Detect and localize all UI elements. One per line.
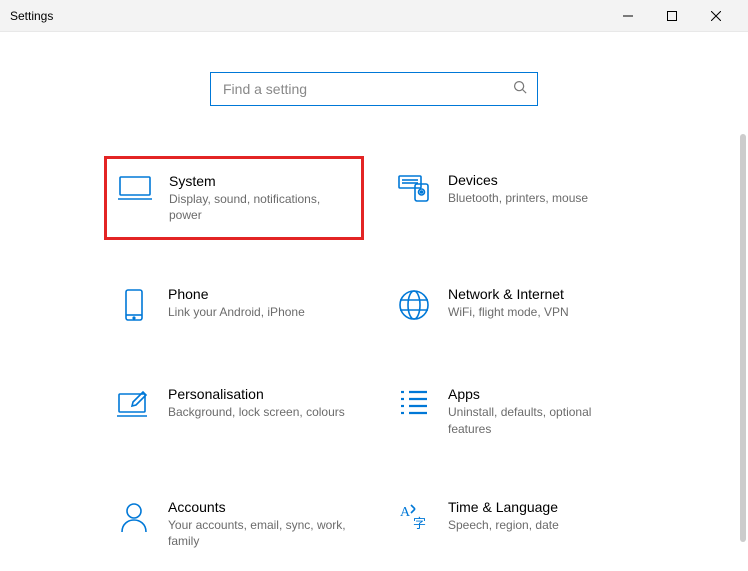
tile-network[interactable]: Network & Internet WiFi, flight mode, VP…	[384, 270, 644, 340]
window-title: Settings	[10, 9, 53, 23]
tile-title: Network & Internet	[448, 286, 630, 302]
tile-title: Accounts	[168, 499, 350, 515]
tile-desc: Link your Android, iPhone	[168, 304, 350, 320]
content-area: System Display, sound, notifications, po…	[0, 32, 748, 565]
scrollbar[interactable]	[740, 134, 746, 542]
minimize-icon	[623, 11, 633, 21]
tile-desc: Background, lock screen, colours	[168, 404, 350, 420]
close-button[interactable]	[694, 0, 738, 32]
titlebar: Settings	[0, 0, 748, 32]
tile-title: Phone	[168, 286, 350, 302]
tile-desc: Display, sound, notifications, power	[169, 191, 349, 223]
svg-text:A: A	[400, 505, 411, 520]
svg-text:字: 字	[413, 516, 426, 531]
personalisation-icon	[116, 388, 152, 424]
tile-desc: Bluetooth, printers, mouse	[448, 190, 630, 206]
tile-phone[interactable]: Phone Link your Android, iPhone	[104, 270, 364, 340]
tile-title: System	[169, 173, 349, 189]
tile-desc: Your accounts, email, sync, work, family	[168, 517, 350, 549]
close-icon	[711, 11, 721, 21]
system-icon	[117, 175, 153, 211]
tile-desc: Speech, region, date	[448, 517, 630, 533]
tile-title: Personalisation	[168, 386, 350, 402]
phone-icon	[116, 288, 152, 324]
maximize-button[interactable]	[650, 0, 694, 32]
tile-title: Devices	[448, 172, 630, 188]
minimize-button[interactable]	[606, 0, 650, 32]
devices-icon	[396, 174, 432, 210]
tile-time-language[interactable]: A字 Time & Language Speech, region, date	[384, 483, 644, 565]
tile-desc: Uninstall, defaults, optional features	[448, 404, 630, 436]
settings-grid: System Display, sound, notifications, po…	[104, 156, 644, 565]
accounts-icon	[116, 501, 152, 537]
tile-title: Apps	[448, 386, 630, 402]
search-input[interactable]	[221, 80, 513, 98]
search-icon	[513, 80, 527, 99]
tile-system[interactable]: System Display, sound, notifications, po…	[104, 156, 364, 240]
tile-desc: WiFi, flight mode, VPN	[448, 304, 630, 320]
apps-icon	[396, 388, 432, 424]
tile-apps[interactable]: Apps Uninstall, defaults, optional featu…	[384, 370, 644, 452]
tile-title: Time & Language	[448, 499, 630, 515]
search-box[interactable]	[210, 72, 538, 106]
time-language-icon: A字	[396, 501, 432, 537]
maximize-icon	[667, 11, 677, 21]
tile-accounts[interactable]: Accounts Your accounts, email, sync, wor…	[104, 483, 364, 565]
network-icon	[396, 288, 432, 324]
tile-devices[interactable]: Devices Bluetooth, printers, mouse	[384, 156, 644, 240]
window-controls	[606, 0, 738, 32]
tile-personalisation[interactable]: Personalisation Background, lock screen,…	[104, 370, 364, 452]
